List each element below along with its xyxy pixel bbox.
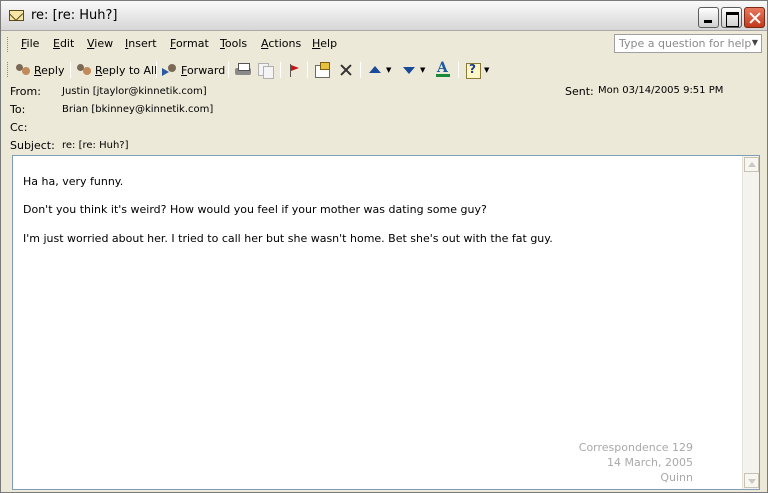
toolbar-divider (280, 62, 281, 78)
menu-grip-handle[interactable] (7, 37, 10, 52)
arrow-down-icon (401, 62, 417, 78)
menu-tools[interactable]: Tools (220, 37, 247, 50)
reply-icon (15, 62, 31, 78)
maximize-button[interactable] (721, 7, 742, 28)
sent-label: Sent: (565, 85, 594, 98)
toolbar-divider (70, 62, 71, 78)
ask-question-input[interactable]: Type a question for help ▼ (614, 34, 762, 53)
forward-label: Forward (181, 63, 226, 77)
previous-item-button[interactable]: ▼ (367, 61, 391, 79)
copy-icon (257, 62, 274, 79)
menu-edit[interactable]: Edit (53, 37, 74, 50)
scroll-up-button[interactable] (744, 157, 759, 172)
move-to-folder-button[interactable] (314, 61, 330, 79)
chevron-down-icon[interactable]: ▼ (420, 66, 425, 74)
arrow-up-icon (367, 62, 383, 78)
reply-button[interactable]: Reply (15, 61, 64, 79)
help-icon (465, 62, 481, 79)
chevron-down-icon[interactable]: ▼ (484, 66, 489, 74)
follow-up-flag-button[interactable] (286, 61, 302, 79)
address-book-button[interactable] (435, 60, 451, 79)
delete-x-icon (338, 62, 354, 78)
print-button[interactable] (234, 61, 252, 79)
menu-insert[interactable]: Insert (125, 37, 157, 50)
forward-button[interactable]: Forward (162, 61, 225, 79)
message-line: I'm just worried about her. I tried to c… (23, 232, 553, 245)
email-window: re: [re: Huh?] File Edit View Insert For… (0, 0, 768, 493)
toolbar-divider (228, 62, 229, 78)
menu-view[interactable]: View (87, 37, 113, 50)
toolbar-divider (360, 62, 361, 78)
help-button[interactable]: ▼ (465, 61, 489, 79)
move-to-folder-icon (314, 62, 330, 78)
reply-all-label: Reply to All (95, 63, 158, 77)
chevron-down-icon[interactable]: ▼ (752, 38, 758, 47)
menu-bar: File Edit View Insert Format Tools Actio… (1, 32, 767, 56)
subject-label: Subject: (10, 139, 55, 152)
standard-toolbar: Reply Reply to All Forward ▼ ▼ A ? ▼ (1, 57, 767, 83)
from-label: From: (10, 85, 41, 98)
scroll-down-button[interactable] (744, 473, 759, 488)
window-title: re: [re: Huh?] (31, 8, 118, 23)
from-value[interactable]: Justin [jtaylor@kinnetik.com] (62, 86, 207, 97)
message-line: Ha ha, very funny. (23, 175, 124, 188)
next-item-button[interactable]: ▼ (401, 61, 425, 79)
reply-all-button[interactable]: Reply to All (76, 61, 157, 79)
menu-format[interactable]: Format (170, 37, 209, 50)
printer-icon (234, 62, 252, 78)
reply-all-icon (76, 62, 92, 78)
title-bar[interactable]: re: [re: Huh?] (1, 1, 767, 31)
menu-help[interactable]: Help (312, 37, 337, 50)
envelope-icon (9, 10, 24, 21)
to-value[interactable]: Brian [bkinney@kinnetik.com] (62, 104, 213, 115)
to-label: To: (10, 103, 26, 116)
close-button[interactable] (744, 7, 765, 28)
message-body[interactable]: Ha ha, very funny. Don't you think it's … (12, 155, 760, 490)
toolbar-divider (307, 62, 308, 78)
signature-line: 14 March, 2005 (606, 456, 693, 469)
reply-label: Reply (34, 63, 65, 77)
message-line: Don't you think it's weird? How would yo… (23, 203, 487, 216)
delete-button[interactable] (338, 61, 354, 79)
address-book-icon (435, 60, 451, 78)
chevron-down-icon[interactable]: ▼ (386, 66, 391, 74)
forward-icon (162, 62, 178, 78)
flag-icon (286, 62, 302, 78)
menu-actions[interactable]: Actions (261, 37, 301, 50)
sent-value: Mon 03/14/2005 9:51 PM (598, 85, 724, 96)
toolbar-grip-handle[interactable] (7, 62, 10, 77)
toolbar-divider (156, 62, 157, 78)
signature-line: Correspondence 129 (578, 441, 693, 454)
copy-button[interactable] (257, 61, 274, 79)
minimize-button[interactable] (698, 7, 719, 28)
vertical-scrollbar[interactable] (742, 156, 759, 489)
toolbar-divider (458, 62, 459, 78)
ask-question-placeholder: Type a question for help (619, 37, 752, 50)
subject-value: re: [re: Huh?] (62, 140, 129, 151)
cc-label: Cc: (10, 121, 28, 134)
signature-line: Quinn (660, 471, 693, 484)
menu-file[interactable]: File (21, 37, 39, 50)
